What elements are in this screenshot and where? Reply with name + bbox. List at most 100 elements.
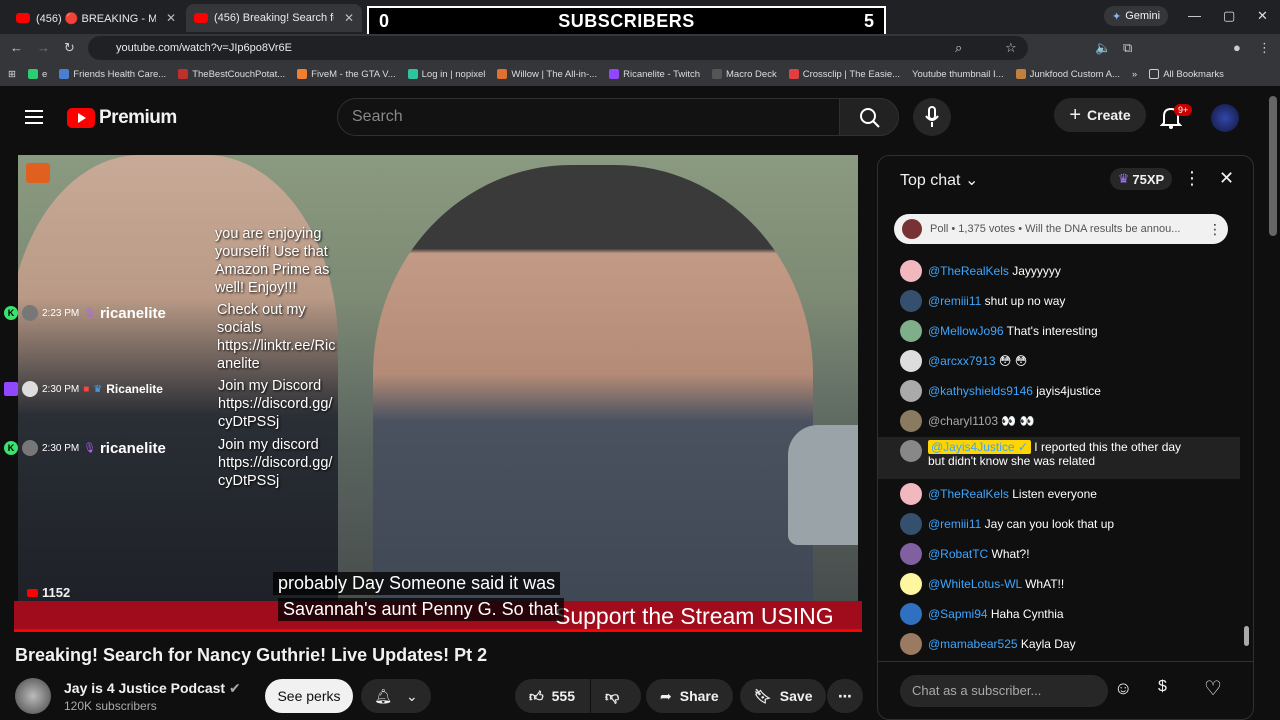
forward-icon[interactable]: → [37,40,50,55]
emoji-icon[interactable]: ☺ [1114,678,1132,699]
chat-input[interactable]: Chat as a subscriber... [900,675,1108,707]
url-bar[interactable]: youtube.com/watch?v=JIp6po8Vr6E [88,36,1028,60]
save-button[interactable]: 🔖︎ Save [740,679,827,713]
avatar[interactable] [900,513,922,535]
poll-menu-icon[interactable]: ⋮ [1208,221,1222,238]
chat-author[interactable]: @kathyshields9146 [928,384,1033,398]
chat-author[interactable]: @arcxx7913 [928,354,996,368]
avatar[interactable] [900,633,922,655]
voice-search-button[interactable] [913,98,951,136]
chat-author[interactable]: @TheRealKels [928,264,1009,278]
chat-author[interactable]: @remiii11 [928,294,981,308]
notification-settings-button[interactable]: 🔔︎ ⌄ [361,679,431,713]
notification-badge: 9+ [1174,104,1193,116]
chat-author[interactable]: @WhiteLotus-WL [928,577,1022,591]
hamburger-menu-icon[interactable] [25,110,43,124]
top-chat-dropdown[interactable]: Top chat ⌄ [900,170,978,190]
poll-avatar [902,219,922,239]
bookmark-label: Willow | The All-in-... [511,68,598,80]
minimize-icon[interactable]: — [1188,8,1201,23]
channel-avatar[interactable] [15,678,51,714]
volume-icon[interactable]: 🔈 [1095,40,1111,56]
back-icon[interactable]: ← [10,40,23,55]
extensions-icon[interactable]: ⧉ [1123,40,1132,56]
avatar[interactable] [900,440,922,462]
bookmark[interactable]: Crossclip | The Easie... [788,69,900,80]
bookmark[interactable]: Willow | The All-in-... [497,69,597,80]
chat-scrollbar[interactable] [1244,626,1249,646]
tab-close-icon[interactable]: ✕ [336,11,354,25]
heart-icon[interactable]: ♡ [1204,676,1222,701]
like-button[interactable]: 👍︎ 555 [515,679,590,713]
avatar[interactable] [900,603,922,625]
apps-icon[interactable]: ⊞ [8,69,16,80]
bookmark[interactable]: Youtube thumbnail I... [912,69,1004,80]
bookmark[interactable]: Log in | nopixel [407,69,485,80]
video-progress-bar[interactable] [14,629,862,632]
chat-menu-icon[interactable]: ⋮ [1183,168,1201,189]
bookmark[interactable]: e [27,69,47,80]
avatar[interactable] [900,573,922,595]
chat-message-body: @RobatTC What?! [928,547,1030,561]
avatar[interactable] [900,290,922,312]
more-icon: ⋯ [838,687,852,704]
chat-message: @mamabear525 Kayla Day [900,633,1240,655]
maximize-icon[interactable]: ▢ [1223,8,1235,24]
page-scrollbar[interactable] [1269,96,1277,236]
youtube-logo[interactable]: Premium [67,107,177,129]
tab-close-icon[interactable]: ✕ [158,11,176,25]
avatar[interactable] [900,260,922,282]
profile-icon[interactable]: ● [1233,40,1241,55]
bookmark[interactable]: Friends Health Care... [59,69,166,80]
browser-tab-2[interactable]: (456) Breaking! Search for N ✕ [186,4,362,32]
zoom-icon[interactable]: ⌕ [955,40,962,56]
search-button[interactable] [839,98,899,136]
video-car [788,425,858,545]
xp-badge[interactable]: ♛ 75XP [1110,168,1172,190]
gemini-button[interactable]: ✦ Gemini [1104,6,1169,26]
chat-author[interactable]: @Sapmi94 [928,607,988,621]
avatar[interactable] [900,350,922,372]
reload-icon[interactable]: ↻ [64,40,75,56]
more-bookmarks[interactable]: » [1132,69,1137,80]
share-button[interactable]: ➦ Share [646,679,733,713]
live-chat-panel: Top chat ⌄ ♛ 75XP ⋮ ✕ Poll • 1,375 votes … [877,155,1254,720]
chat-author[interactable]: @RobatTC [928,547,988,561]
all-bookmarks[interactable]: All Bookmarks [1149,69,1224,80]
chat-author[interactable]: @remiii11 [928,517,981,531]
chat-author[interactable]: @Jayis4Justice ✓ [928,440,1031,454]
avatar[interactable] [900,543,922,565]
chat-author[interactable]: @mamabear525 [928,637,1018,651]
account-avatar[interactable] [1211,104,1239,132]
create-button[interactable]: + Create [1054,98,1146,132]
chat-text: That's interesting [1006,324,1098,338]
subscriber-counter-overlay: 0 SUBSCRIBERS 5 [367,6,886,37]
avatar[interactable] [900,380,922,402]
chat-author[interactable]: @TheRealKels [928,487,1009,501]
more-actions-button[interactable]: ⋯ [827,679,863,713]
chat-author[interactable]: @MellowJo96 [928,324,1004,338]
browser-tab-1[interactable]: (456) 🔴 BREAKING - MAN ✕ [8,4,184,32]
bookmark[interactable]: Junkfood Custom A... [1015,69,1120,80]
dislike-button[interactable]: 👎︎ [591,679,641,713]
avatar[interactable] [900,320,922,342]
bookmark[interactable]: FiveM - the GTA V... [297,69,396,80]
overlay-message-1: you are enjoying yourself! Use that Amaz… [215,226,330,296]
chat-author[interactable]: @charyl1103 [928,414,998,428]
super-chat-icon[interactable]: $ [1158,678,1167,696]
bookmark[interactable]: Macro Deck [712,69,777,80]
bookmark-star-icon[interactable]: ☆ [1005,40,1017,56]
search-input[interactable]: Search [337,98,840,136]
avatar[interactable] [900,410,922,432]
browser-menu-icon[interactable]: ⋮ [1258,40,1271,56]
close-chat-icon[interactable]: ✕ [1219,168,1234,189]
poll-banner[interactable]: Poll • 1,375 votes • Will the DNA result… [894,214,1228,244]
avatar[interactable] [900,483,922,505]
see-perks-button[interactable]: See perks [265,679,353,713]
bookmark[interactable]: TheBestCouchPotat... [178,69,285,80]
bookmark-label: All Bookmarks [1163,68,1224,80]
close-window-icon[interactable]: ✕ [1257,8,1268,24]
avatar [22,381,38,397]
channel-name[interactable]: Jay is 4 Justice Podcast ✔ [64,680,241,697]
bookmark[interactable]: Ricanelite - Twitch [609,69,700,80]
